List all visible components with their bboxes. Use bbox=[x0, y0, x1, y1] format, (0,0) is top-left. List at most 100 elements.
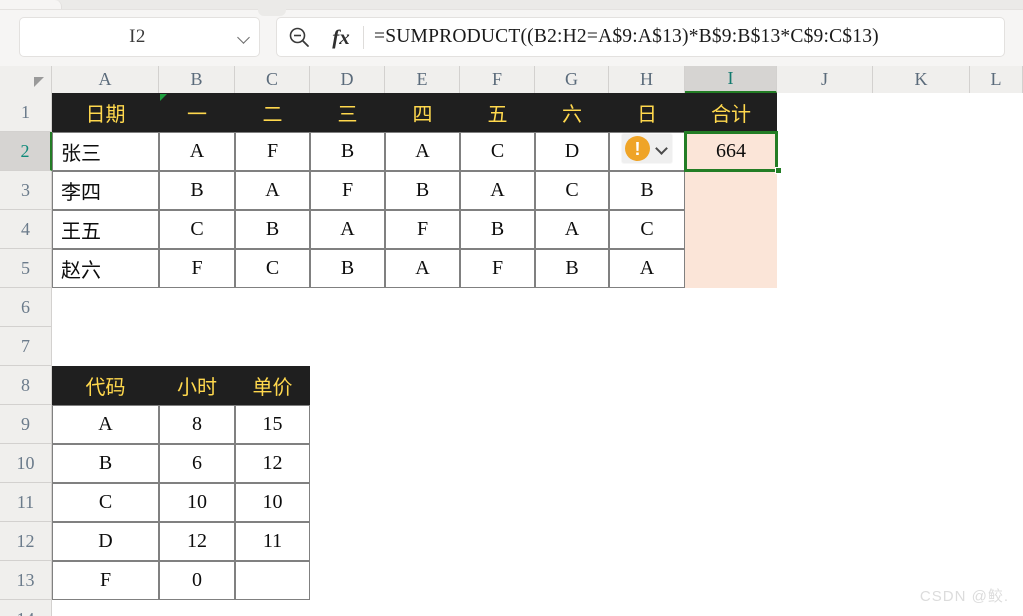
cell-i5[interactable] bbox=[685, 249, 777, 288]
column-header-l[interactable]: L bbox=[970, 66, 1023, 93]
cell-d1[interactable]: 三 bbox=[310, 93, 385, 132]
cell-f3[interactable]: A bbox=[460, 171, 535, 210]
column-header-k[interactable]: K bbox=[873, 66, 970, 93]
cell-b8[interactable]: 小时 bbox=[159, 366, 235, 405]
cell-e4[interactable]: F bbox=[385, 210, 460, 249]
cell-f5[interactable]: F bbox=[460, 249, 535, 288]
cell-a12[interactable]: D bbox=[52, 522, 159, 561]
column-header-j[interactable]: J bbox=[777, 66, 873, 93]
row-header-4[interactable]: 4 bbox=[0, 210, 52, 249]
error-check-badge[interactable]: ! bbox=[622, 134, 672, 163]
cell-c13[interactable] bbox=[235, 561, 310, 600]
cell-g1[interactable]: 六 bbox=[535, 93, 609, 132]
cell-g3[interactable]: C bbox=[535, 171, 609, 210]
cell-b10[interactable]: 6 bbox=[159, 444, 235, 483]
cell-a9[interactable]: A bbox=[52, 405, 159, 444]
cell-d4[interactable]: A bbox=[310, 210, 385, 249]
cell-c3[interactable]: A bbox=[235, 171, 310, 210]
cell-i2[interactable]: 664 bbox=[685, 132, 777, 171]
formula-input[interactable]: =SUMPRODUCT((B2:H2=A$9:A$13)*B$9:B$13*C$… bbox=[374, 26, 1004, 48]
cell-e2[interactable]: A bbox=[385, 132, 460, 171]
cell-a5[interactable]: 赵六 bbox=[52, 249, 159, 288]
cell-i1[interactable]: 合计 bbox=[685, 93, 777, 132]
spreadsheet-app: I2 fx =SUMPRODUCT((B2:H2=A$9:A$13)*B$9:B… bbox=[0, 0, 1023, 616]
cell-b13[interactable]: 0 bbox=[159, 561, 235, 600]
row-header-10[interactable]: 10 bbox=[0, 444, 52, 483]
cell-c12[interactable]: 11 bbox=[235, 522, 310, 561]
row-header-14[interactable]: 14 bbox=[0, 600, 52, 616]
cell-h3[interactable]: B bbox=[609, 171, 685, 210]
column-header-a[interactable]: A bbox=[52, 66, 159, 93]
chevron-down-icon[interactable] bbox=[229, 32, 259, 43]
cell-c10[interactable]: 12 bbox=[235, 444, 310, 483]
cell-f1[interactable]: 五 bbox=[460, 93, 535, 132]
cell-a3[interactable]: 李四 bbox=[52, 171, 159, 210]
cell-h1[interactable]: 日 bbox=[609, 93, 685, 132]
cell-b9[interactable]: 8 bbox=[159, 405, 235, 444]
cell-c1[interactable]: 二 bbox=[235, 93, 310, 132]
cell-f4[interactable]: B bbox=[460, 210, 535, 249]
column-header-d[interactable]: D bbox=[310, 66, 385, 93]
row-header-7[interactable]: 7 bbox=[0, 327, 52, 366]
cell-c2[interactable]: F bbox=[235, 132, 310, 171]
cell-a10[interactable]: B bbox=[52, 444, 159, 483]
cell-d3[interactable]: F bbox=[310, 171, 385, 210]
cell-g4[interactable]: A bbox=[535, 210, 609, 249]
cell-b12[interactable]: 12 bbox=[159, 522, 235, 561]
cell-d2[interactable]: B bbox=[310, 132, 385, 171]
cell-f2[interactable]: C bbox=[460, 132, 535, 171]
column-header-c[interactable]: C bbox=[235, 66, 310, 93]
cell-b2[interactable]: A bbox=[159, 132, 235, 171]
cell-a4[interactable]: 王五 bbox=[52, 210, 159, 249]
cell-e1[interactable]: 四 bbox=[385, 93, 460, 132]
column-header-b[interactable]: B bbox=[159, 66, 235, 93]
row-header-6[interactable]: 6 bbox=[0, 288, 52, 327]
column-header-g[interactable]: G bbox=[535, 66, 609, 93]
row-header-3[interactable]: 3 bbox=[0, 171, 52, 210]
zoom-out-icon[interactable] bbox=[277, 17, 321, 57]
cell-i4[interactable] bbox=[685, 210, 777, 249]
column-header-f[interactable]: F bbox=[460, 66, 535, 93]
cell-c8[interactable]: 单价 bbox=[235, 366, 310, 405]
cell-a8[interactable]: 代码 bbox=[52, 366, 159, 405]
cell-a13[interactable]: F bbox=[52, 561, 159, 600]
cell-c11[interactable]: 10 bbox=[235, 483, 310, 522]
cell-b3[interactable]: B bbox=[159, 171, 235, 210]
column-header-e[interactable]: E bbox=[385, 66, 460, 93]
cell-g5[interactable]: B bbox=[535, 249, 609, 288]
name-box-value: I2 bbox=[129, 26, 146, 47]
row-header-12[interactable]: 12 bbox=[0, 522, 52, 561]
cell-b1[interactable]: 一 bbox=[159, 93, 235, 132]
cell-g2[interactable]: D bbox=[535, 132, 609, 171]
cell-c9[interactable]: 15 bbox=[235, 405, 310, 444]
formula-bar[interactable]: fx =SUMPRODUCT((B2:H2=A$9:A$13)*B$9:B$13… bbox=[276, 17, 1005, 57]
cell-a11[interactable]: C bbox=[52, 483, 159, 522]
cell-b11[interactable]: 10 bbox=[159, 483, 235, 522]
cell-a2[interactable]: 张三 bbox=[52, 132, 159, 171]
row-header-8[interactable]: 8 bbox=[0, 366, 52, 405]
name-box[interactable]: I2 bbox=[19, 17, 260, 57]
chevron-down-icon[interactable] bbox=[657, 143, 668, 154]
cell-e3[interactable]: B bbox=[385, 171, 460, 210]
row-header-5[interactable]: 5 bbox=[0, 249, 52, 288]
column-header-h[interactable]: H bbox=[609, 66, 685, 93]
row-header-1[interactable]: 1 bbox=[0, 93, 52, 132]
cell-c5[interactable]: C bbox=[235, 249, 310, 288]
cell-i3[interactable] bbox=[685, 171, 777, 210]
cell-h5[interactable]: A bbox=[609, 249, 685, 288]
function-icon[interactable]: fx bbox=[321, 17, 361, 57]
row-header-2[interactable]: 2 bbox=[0, 132, 52, 171]
column-header-i[interactable]: I bbox=[685, 66, 777, 93]
fill-handle[interactable] bbox=[775, 167, 782, 174]
cell-b4[interactable]: C bbox=[159, 210, 235, 249]
cell-e5[interactable]: A bbox=[385, 249, 460, 288]
cell-c4[interactable]: B bbox=[235, 210, 310, 249]
cell-b5[interactable]: F bbox=[159, 249, 235, 288]
cell-a1[interactable]: 日期 bbox=[52, 93, 159, 132]
row-header-11[interactable]: 11 bbox=[0, 483, 52, 522]
row-header-13[interactable]: 13 bbox=[0, 561, 52, 600]
cell-h4[interactable]: C bbox=[609, 210, 685, 249]
select-all-corner[interactable] bbox=[0, 66, 52, 93]
row-header-9[interactable]: 9 bbox=[0, 405, 52, 444]
cell-d5[interactable]: B bbox=[310, 249, 385, 288]
